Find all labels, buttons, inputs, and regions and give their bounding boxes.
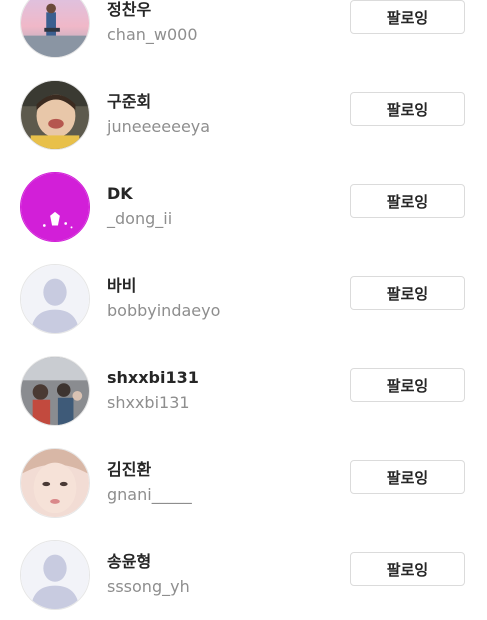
following-button[interactable]: 팔로잉 [350, 92, 465, 126]
username: sssong_yh [107, 577, 190, 596]
avatar-photo [21, 173, 89, 241]
display-name: 바비 [107, 276, 137, 295]
default-person-icon [21, 541, 89, 609]
avatar-photo [21, 357, 89, 425]
default-person-icon [21, 265, 89, 333]
avatar[interactable] [20, 540, 90, 610]
list-item[interactable]: 김진환 gnani_____ 팔로잉 [0, 448, 487, 528]
display-name: DK [107, 184, 133, 203]
following-button[interactable]: 팔로잉 [350, 276, 465, 310]
following-button[interactable]: 팔로잉 [350, 368, 465, 402]
username: shxxbi131 [107, 393, 190, 412]
display-name: 송윤형 [107, 552, 152, 571]
username: _dong_ii [107, 209, 173, 228]
display-name: shxxbi131 [107, 368, 199, 387]
list-item[interactable]: 구준회 juneeeeeeya 팔로잉 [0, 80, 487, 160]
following-button[interactable]: 팔로잉 [350, 552, 465, 586]
username: bobbyindaeyo [107, 301, 221, 320]
list-item[interactable]: 송윤형 sssong_yh 팔로잉 [0, 540, 487, 620]
avatar-photo [21, 449, 89, 517]
list-item[interactable]: 바비 bobbyindaeyo 팔로잉 [0, 264, 487, 344]
following-list: 정찬우 chan_w000 팔로잉 구준회 juneeeeeeya 팔로잉 DK… [0, 0, 487, 610]
list-item[interactable]: DK _dong_ii 팔로잉 [0, 172, 487, 252]
avatar[interactable] [20, 0, 90, 58]
following-button[interactable]: 팔로잉 [350, 184, 465, 218]
avatar-photo [21, 0, 89, 57]
display-name: 구준회 [107, 92, 152, 111]
following-button[interactable]: 팔로잉 [350, 0, 465, 34]
following-button[interactable]: 팔로잉 [350, 460, 465, 494]
avatar[interactable] [20, 172, 90, 242]
avatar-photo [21, 81, 89, 149]
display-name: 김진환 [107, 460, 152, 479]
list-item[interactable]: shxxbi131 shxxbi131 팔로잉 [0, 356, 487, 436]
avatar[interactable] [20, 448, 90, 518]
avatar[interactable] [20, 264, 90, 334]
username: gnani_____ [107, 485, 192, 504]
username: juneeeeeeya [107, 117, 211, 136]
avatar[interactable] [20, 80, 90, 150]
display-name: 정찬우 [107, 0, 152, 19]
username: chan_w000 [107, 25, 198, 44]
list-item[interactable]: 정찬우 chan_w000 팔로잉 [0, 0, 487, 68]
avatar[interactable] [20, 356, 90, 426]
